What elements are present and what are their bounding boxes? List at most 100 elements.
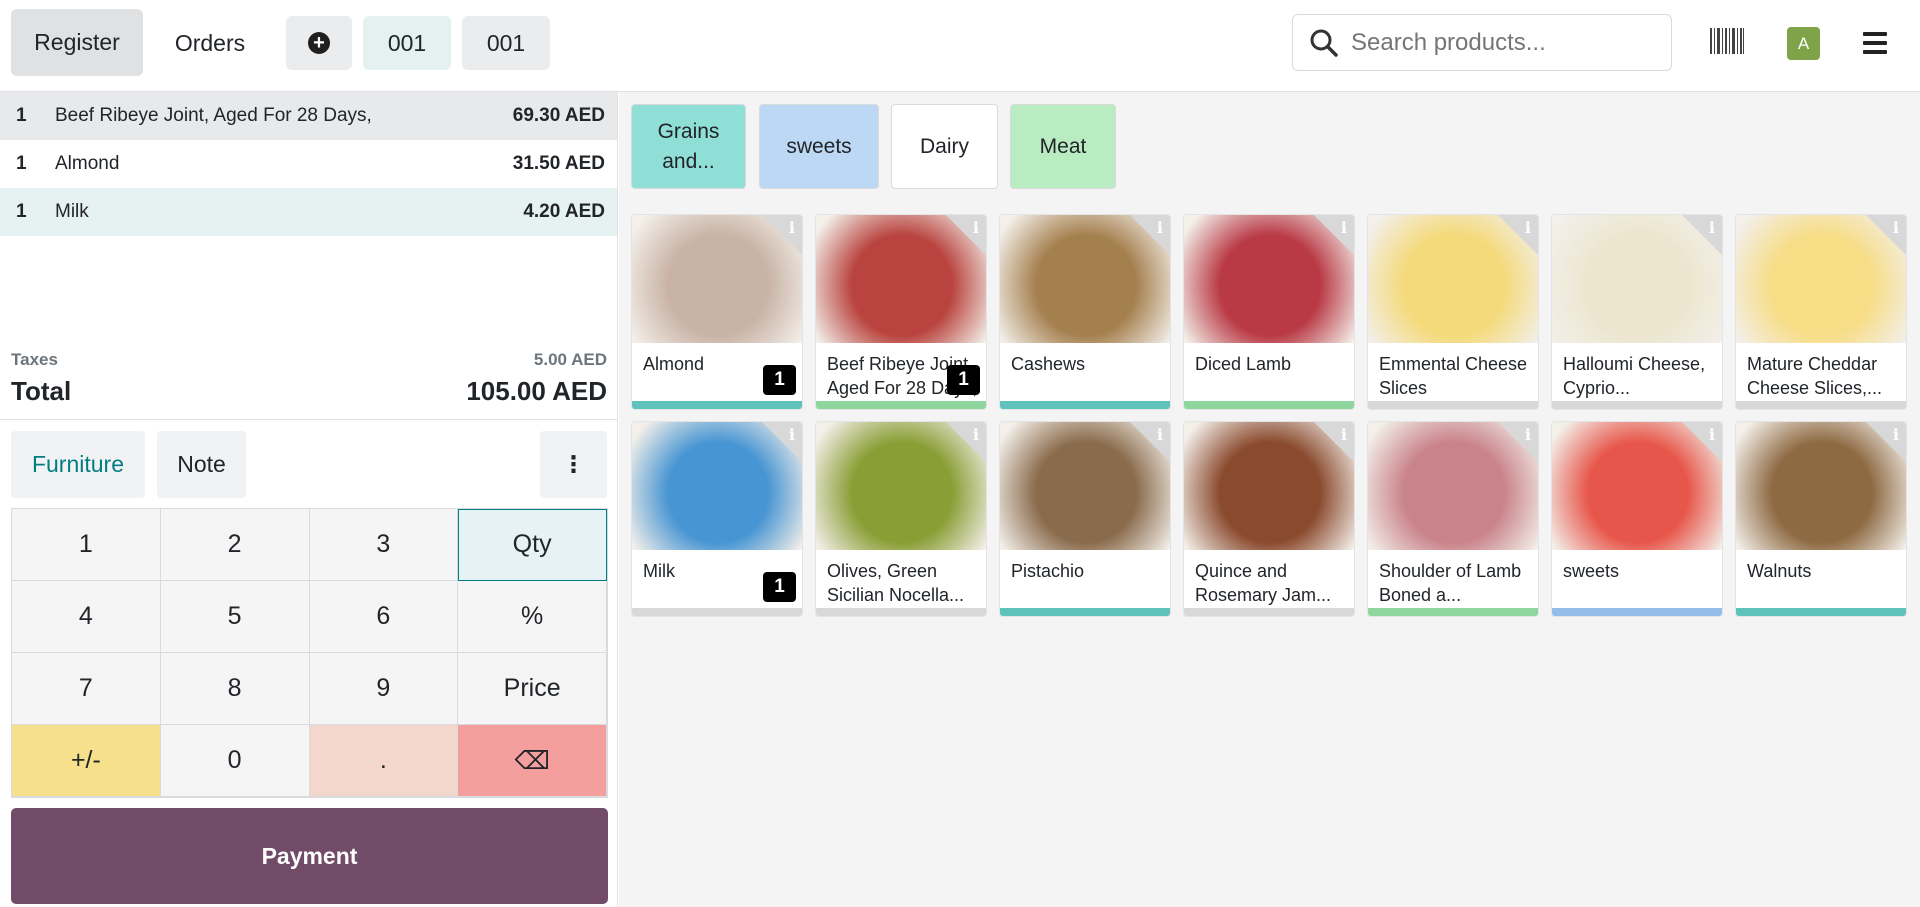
order-line[interactable]: 1 Almond 31.50 AED: [0, 140, 617, 188]
product-name: sweets: [1563, 561, 1620, 581]
product-name: Cashews: [1011, 354, 1086, 374]
info-icon[interactable]: i: [789, 425, 795, 444]
product-card-quince-jam[interactable]: i Quince and Rosemary Jam...: [1183, 421, 1355, 617]
product-card-milk[interactable]: i Milk 1: [631, 421, 803, 617]
product-name: Walnuts: [1747, 561, 1812, 581]
top-bar: Register Orders + 001 001 A: [0, 0, 1920, 92]
category-color-bar: [1552, 608, 1722, 616]
info-corner[interactable]: [1682, 215, 1722, 255]
info-icon[interactable]: i: [1341, 218, 1347, 237]
product-card-beef-ribeye[interactable]: i Beef Ribeye Joint, Aged For 28 Days, 1: [815, 214, 987, 410]
info-icon[interactable]: i: [1893, 218, 1899, 237]
numpad-discount-button[interactable]: %: [458, 581, 607, 653]
order-line-name: Beef Ribeye Joint, Aged For 28 Days,: [55, 105, 372, 126]
numpad-key-8[interactable]: 8: [160, 653, 310, 725]
info-icon[interactable]: i: [1157, 218, 1163, 237]
order-tab-active[interactable]: 001: [363, 16, 451, 70]
numpad-key-9[interactable]: 9: [309, 653, 459, 725]
info-corner[interactable]: [1866, 422, 1906, 462]
category-dairy[interactable]: Dairy: [891, 104, 998, 189]
orders-button[interactable]: Orders: [160, 16, 260, 70]
product-card-sweets[interactable]: i sweets: [1551, 421, 1723, 617]
info-corner[interactable]: [1682, 422, 1722, 462]
numpad-key-5[interactable]: 5: [160, 581, 310, 653]
product-card-lamb-shoulder[interactable]: i Shoulder of Lamb Boned a...: [1367, 421, 1539, 617]
product-card-emmental[interactable]: i Emmental Cheese Slices: [1367, 214, 1539, 410]
numpad-price-button[interactable]: Price: [458, 653, 607, 725]
more-options-icon[interactable]: ⋮: [540, 431, 607, 498]
product-card-pistachio[interactable]: i Pistachio: [999, 421, 1171, 617]
hamburger-menu-icon[interactable]: [1863, 32, 1887, 54]
info-corner[interactable]: [1498, 215, 1538, 255]
category-color-bar: [632, 608, 802, 616]
product-card-halloumi[interactable]: i Halloumi Cheese, Cyprio...: [1551, 214, 1723, 410]
info-icon[interactable]: i: [1341, 425, 1347, 444]
product-card-cashews[interactable]: i Cashews: [999, 214, 1171, 410]
numpad-sign-button[interactable]: +/-: [12, 725, 161, 797]
note-button[interactable]: Note: [157, 431, 246, 498]
product-name: Shoulder of Lamb Boned a...: [1379, 561, 1522, 605]
avatar[interactable]: A: [1787, 27, 1820, 60]
info-icon[interactable]: i: [789, 218, 795, 237]
barcode-icon[interactable]: [1710, 28, 1744, 54]
info-icon[interactable]: i: [1709, 218, 1715, 237]
order-tab[interactable]: 001: [462, 16, 550, 70]
info-corner[interactable]: [1866, 215, 1906, 255]
info-corner[interactable]: [762, 215, 802, 255]
order-line-selected[interactable]: 1 Milk 4.20 AED: [0, 188, 617, 236]
numpad-qty-button[interactable]: Qty: [458, 509, 607, 581]
product-card-olives[interactable]: i Olives, Green Sicilian Nocella...: [815, 421, 987, 617]
product-card-diced-lamb[interactable]: i Diced Lamb: [1183, 214, 1355, 410]
category-color-bar: [1000, 401, 1170, 409]
info-corner[interactable]: [946, 215, 986, 255]
product-panel: Grains and... sweets Dairy Meat i Almond 1…: [619, 92, 1920, 907]
info-corner[interactable]: [946, 422, 986, 462]
product-qty-badge: 1: [763, 365, 796, 395]
info-icon[interactable]: i: [1525, 425, 1531, 444]
product-card-cheddar[interactable]: i Mature Cheddar Cheese Slices,...: [1735, 214, 1907, 410]
payment-button[interactable]: Payment: [11, 808, 608, 904]
info-icon[interactable]: i: [1157, 425, 1163, 444]
category-sweets[interactable]: sweets: [759, 104, 879, 189]
info-corner[interactable]: [1130, 215, 1170, 255]
numpad-key-1[interactable]: 1: [12, 509, 161, 581]
register-button[interactable]: Register: [11, 9, 143, 76]
info-icon[interactable]: i: [1893, 425, 1899, 444]
info-corner[interactable]: [1314, 215, 1354, 255]
info-corner[interactable]: [1314, 422, 1354, 462]
order-line-qty: 1: [16, 105, 27, 126]
numpad-decimal-button[interactable]: .: [309, 725, 459, 797]
numpad-key-6[interactable]: 6: [309, 581, 459, 653]
category-color-bar: [1184, 608, 1354, 616]
order-line[interactable]: 1 Beef Ribeye Joint, Aged For 28 Days, 6…: [0, 92, 617, 140]
info-icon[interactable]: i: [973, 218, 979, 237]
product-name: Diced Lamb: [1195, 354, 1292, 374]
order-line-qty: 1: [16, 201, 27, 222]
backspace-icon[interactable]: ⌫: [458, 725, 607, 797]
search-input[interactable]: [1351, 28, 1651, 57]
product-card-almond[interactable]: i Almond 1: [631, 214, 803, 410]
info-corner[interactable]: [1498, 422, 1538, 462]
numpad-key-0[interactable]: 0: [160, 725, 310, 797]
info-icon[interactable]: i: [973, 425, 979, 444]
category-meat[interactable]: Meat: [1010, 104, 1116, 189]
category-color-bar: [1368, 608, 1538, 616]
order-line-qty: 1: [16, 153, 27, 174]
product-name: Emmental Cheese Slices: [1379, 354, 1528, 398]
numpad-key-4[interactable]: 4: [12, 581, 161, 653]
product-card-walnuts[interactable]: i Walnuts: [1735, 421, 1907, 617]
add-order-button[interactable]: +: [286, 16, 352, 70]
numpad-key-7[interactable]: 7: [12, 653, 161, 725]
category-color-bar: [1184, 401, 1354, 409]
info-corner[interactable]: [1130, 422, 1170, 462]
info-icon[interactable]: i: [1709, 425, 1715, 444]
numpad-key-2[interactable]: 2: [160, 509, 310, 581]
category-grains[interactable]: Grains and...: [631, 104, 746, 189]
search-icon: [1310, 29, 1338, 57]
info-corner[interactable]: [762, 422, 802, 462]
numpad: 1 2 3 Qty 4 5 6 % 7 8 9 Price +/- 0 . ⌫: [11, 508, 608, 798]
search-box[interactable]: [1292, 14, 1672, 71]
furniture-button[interactable]: Furniture: [11, 431, 145, 498]
numpad-key-3[interactable]: 3: [309, 509, 459, 581]
info-icon[interactable]: i: [1525, 218, 1531, 237]
